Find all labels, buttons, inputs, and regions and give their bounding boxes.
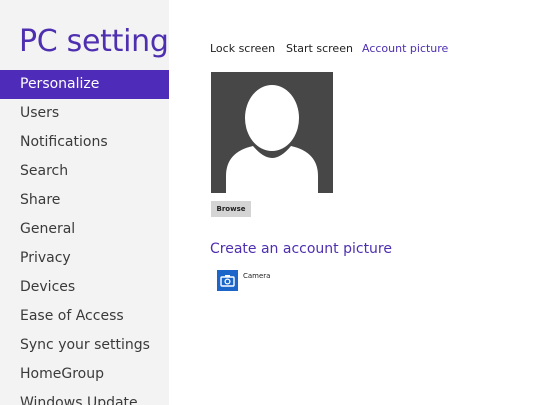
tab-start-screen[interactable]: Start screen xyxy=(286,41,353,57)
sidebar-item-general[interactable]: General xyxy=(0,215,169,244)
user-silhouette-icon xyxy=(226,85,318,193)
sidebar-item-personalize[interactable]: Personalize xyxy=(0,70,169,99)
sidebar-item-homegroup[interactable]: HomeGroup xyxy=(0,360,169,389)
camera-tile[interactable] xyxy=(217,270,238,291)
sidebar-item-search[interactable]: Search xyxy=(0,157,169,186)
sidebar-item-share[interactable]: Share xyxy=(0,186,169,215)
sidebar-item-users[interactable]: Users xyxy=(0,99,169,128)
sidebar-item-privacy[interactable]: Privacy xyxy=(0,244,169,273)
camera-icon xyxy=(220,275,235,287)
app-title: PC settings xyxy=(19,24,169,59)
sidebar: PC settings Personalize Users Notificati… xyxy=(0,0,169,405)
camera-label[interactable]: Camera xyxy=(243,270,270,282)
sidebar-nav: Personalize Users Notifications Search S… xyxy=(0,70,169,405)
tab-lock-screen[interactable]: Lock screen xyxy=(210,41,275,57)
sidebar-item-devices[interactable]: Devices xyxy=(0,273,169,302)
browse-button[interactable]: Browse xyxy=(211,201,251,217)
sidebar-item-ease-of-access[interactable]: Ease of Access xyxy=(0,302,169,331)
tab-account-picture[interactable]: Account picture xyxy=(362,41,448,57)
sidebar-item-windows-update[interactable]: Windows Update xyxy=(0,389,169,405)
sidebar-item-sync-settings[interactable]: Sync your settings xyxy=(0,331,169,360)
sidebar-item-notifications[interactable]: Notifications xyxy=(0,128,169,157)
create-account-picture-heading: Create an account picture xyxy=(210,241,392,257)
account-picture xyxy=(211,72,333,193)
